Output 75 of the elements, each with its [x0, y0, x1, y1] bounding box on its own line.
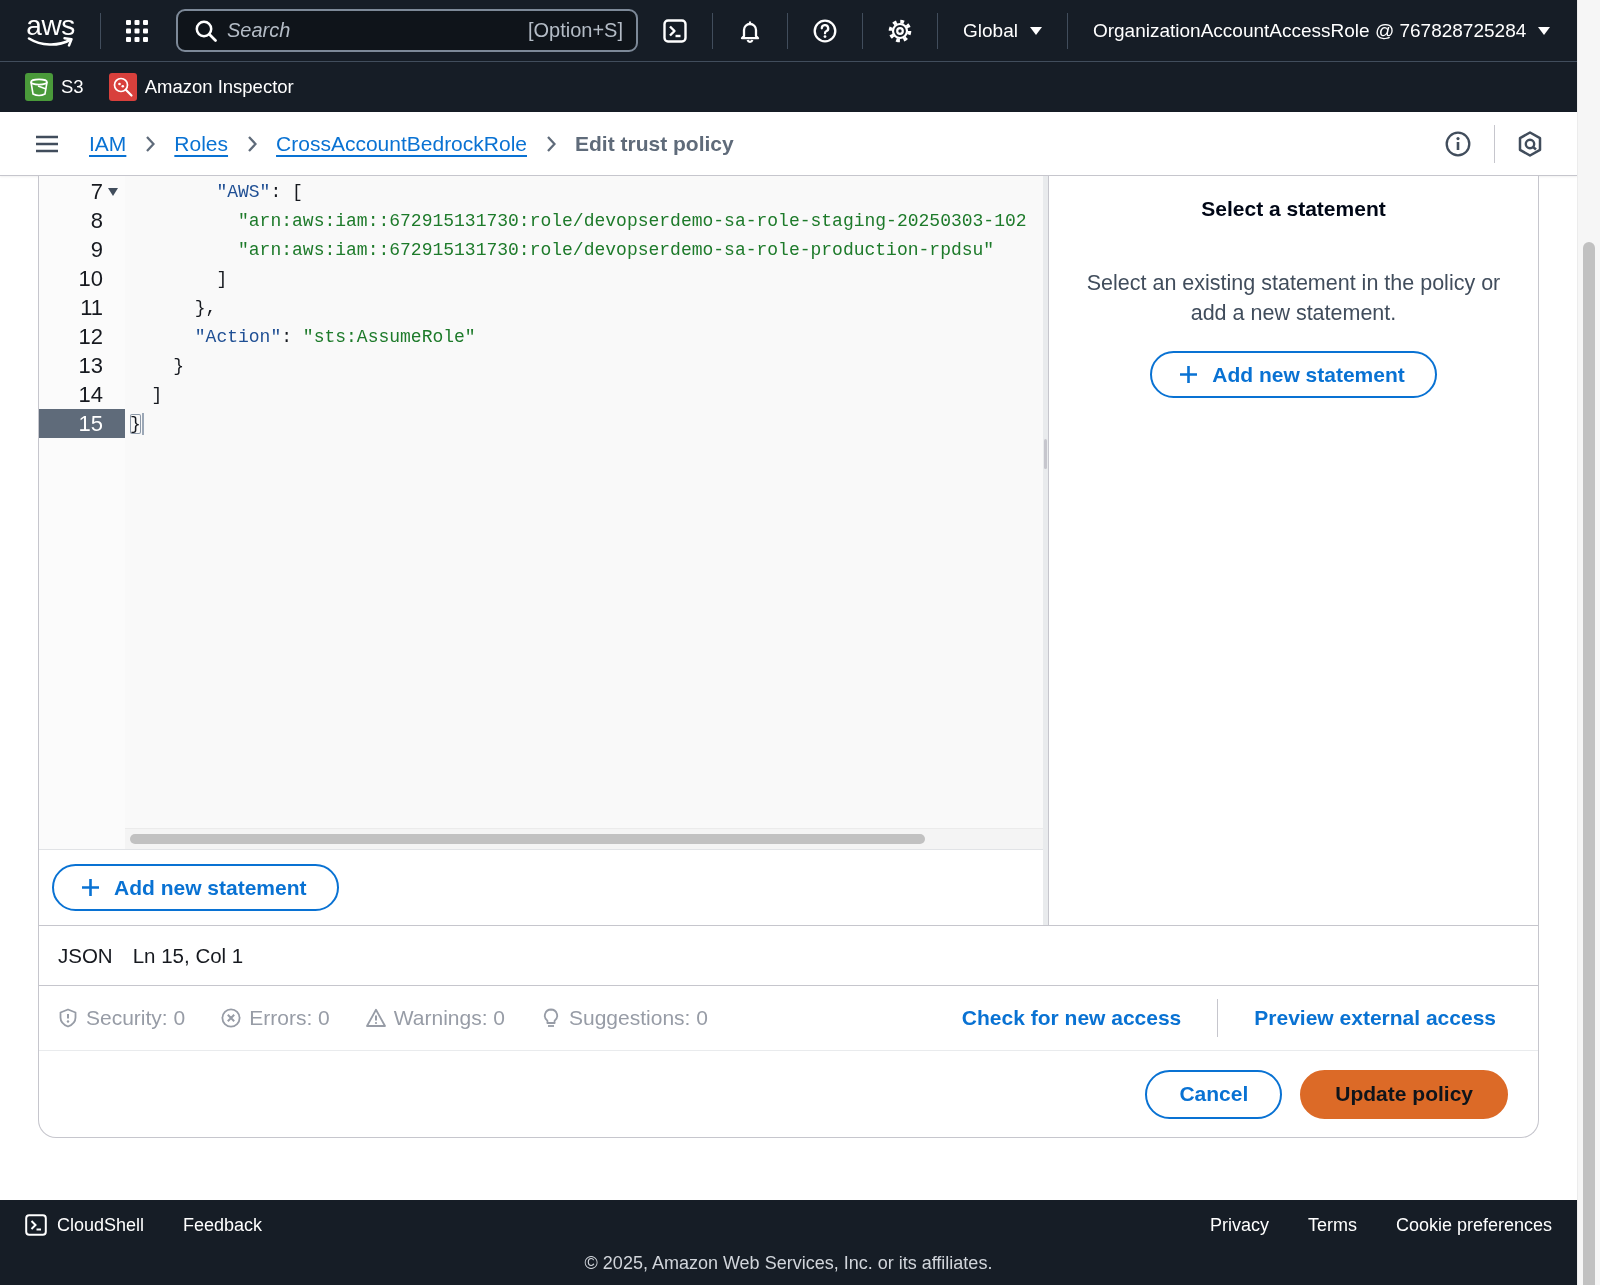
cloudshell-button[interactable]: CloudShell [25, 1212, 145, 1238]
favorite-link[interactable]: S3 [25, 73, 84, 101]
favorite-link[interactable]: Amazon Inspector [108, 73, 294, 101]
chevron-right-icon [247, 134, 258, 153]
info-icon[interactable] [1445, 130, 1471, 157]
line-number: 12 [78, 323, 103, 351]
terminal-icon[interactable] [663, 18, 687, 43]
plus-icon [81, 878, 100, 897]
line-number: 9 [90, 236, 103, 264]
line-number: 13 [78, 352, 103, 380]
footer-link[interactable]: Cookie preferences [1395, 1212, 1552, 1238]
code-line: } [173, 354, 184, 377]
chevron-right-icon [546, 134, 556, 153]
footer-link[interactable]: Privacy [1209, 1212, 1269, 1238]
code-line: "arn:aws:iam::672915131730:role/devopserdemo-sa-role-production-rpdsu" [238, 238, 995, 261]
warning-icon [365, 1008, 386, 1028]
findings-tab[interactable]: Errors: 0 [221, 1006, 330, 1030]
chevron-right-icon [145, 134, 156, 153]
add-statement-button[interactable]: Add new statement [1150, 351, 1437, 398]
code-line: "Action": "sts:AssumeRole" [194, 325, 476, 348]
panel-description: Select an existing statement in the policy or add a new statement. [1085, 270, 1502, 327]
breadcrumb-current: Edit trust policy [575, 131, 734, 156]
search-input[interactable]: Search [227, 19, 518, 42]
fold-arrow-icon[interactable] [108, 187, 118, 196]
cursor-position: Ln 15, Col 1 [132, 943, 244, 968]
terminal-icon [25, 1214, 47, 1236]
primary-button[interactable]: Update policy [1300, 1069, 1508, 1119]
resize-handle[interactable] [1044, 439, 1047, 469]
breadcrumb-link[interactable]: Roles [174, 131, 229, 156]
grid-icon[interactable] [126, 19, 148, 42]
logo[interactable]: aws [26, 14, 75, 47]
copyright-text: © 2025, Amazon Web Services, Inc. or its affiliates. [584, 1252, 993, 1275]
code-line: ] [151, 383, 163, 406]
plus-icon [1179, 365, 1199, 384]
code-line: "AWS": [ [216, 180, 303, 203]
line-number: 15 [78, 410, 103, 438]
line-number: 11 [80, 294, 103, 322]
findings-tab[interactable]: Warnings: 0 [365, 1006, 505, 1030]
secondary-button[interactable]: Cancel [1145, 1069, 1283, 1119]
settings-icon[interactable] [888, 18, 912, 43]
lightbulb-icon [541, 1008, 561, 1028]
findings-tab[interactable]: Suggestions: 0 [541, 1006, 708, 1030]
text-cursor [141, 412, 144, 435]
shield-icon [58, 1008, 78, 1028]
line-number: 14 [78, 381, 103, 409]
hexagon-icon[interactable] [1518, 130, 1542, 157]
x-circle-icon [221, 1008, 242, 1028]
scrollbar-thumb[interactable] [1583, 242, 1595, 1285]
menu-icon[interactable] [36, 134, 58, 153]
action-link[interactable]: Preview external access [1254, 1006, 1496, 1030]
search-icon [195, 19, 217, 42]
add-statement-button[interactable]: Add new statement [52, 864, 339, 911]
caret-down-icon [1029, 26, 1042, 35]
line-number: 8 [90, 207, 103, 235]
footer-link[interactable]: Terms [1307, 1212, 1357, 1238]
language-label: JSON [58, 943, 113, 968]
scrollbar-thumb[interactable] [130, 834, 925, 844]
line-number: 10 [78, 265, 103, 293]
caret-down-icon [1538, 26, 1551, 35]
line-number: 7 [90, 178, 103, 206]
action-link[interactable]: Check for new access [961, 1006, 1182, 1030]
account-menu[interactable]: OrganizationAccountAccessRole @ 767828725284 [1092, 19, 1551, 42]
region-menu[interactable]: Global [963, 19, 1042, 42]
code-line: "arn:aws:iam::672915131730:role/devopserdemo-sa-role-staging-20250303-102 [238, 209, 1027, 232]
code-line: }, [194, 296, 217, 319]
panel-heading: Select a statement [1201, 196, 1386, 222]
footer-link[interactable]: Feedback [183, 1212, 263, 1238]
code-line: ] [216, 267, 228, 290]
search-field[interactable]: Search [Option+S] [176, 9, 638, 52]
help-icon[interactable] [813, 18, 837, 43]
shortcut-hint: [Option+S] [527, 19, 623, 42]
breadcrumb-link[interactable]: CrossAccountBedrockRole [276, 131, 527, 156]
breadcrumb-link[interactable]: IAM [89, 131, 127, 156]
findings-tab[interactable]: Security: 0 [58, 1006, 186, 1030]
code-line: } [130, 412, 141, 435]
